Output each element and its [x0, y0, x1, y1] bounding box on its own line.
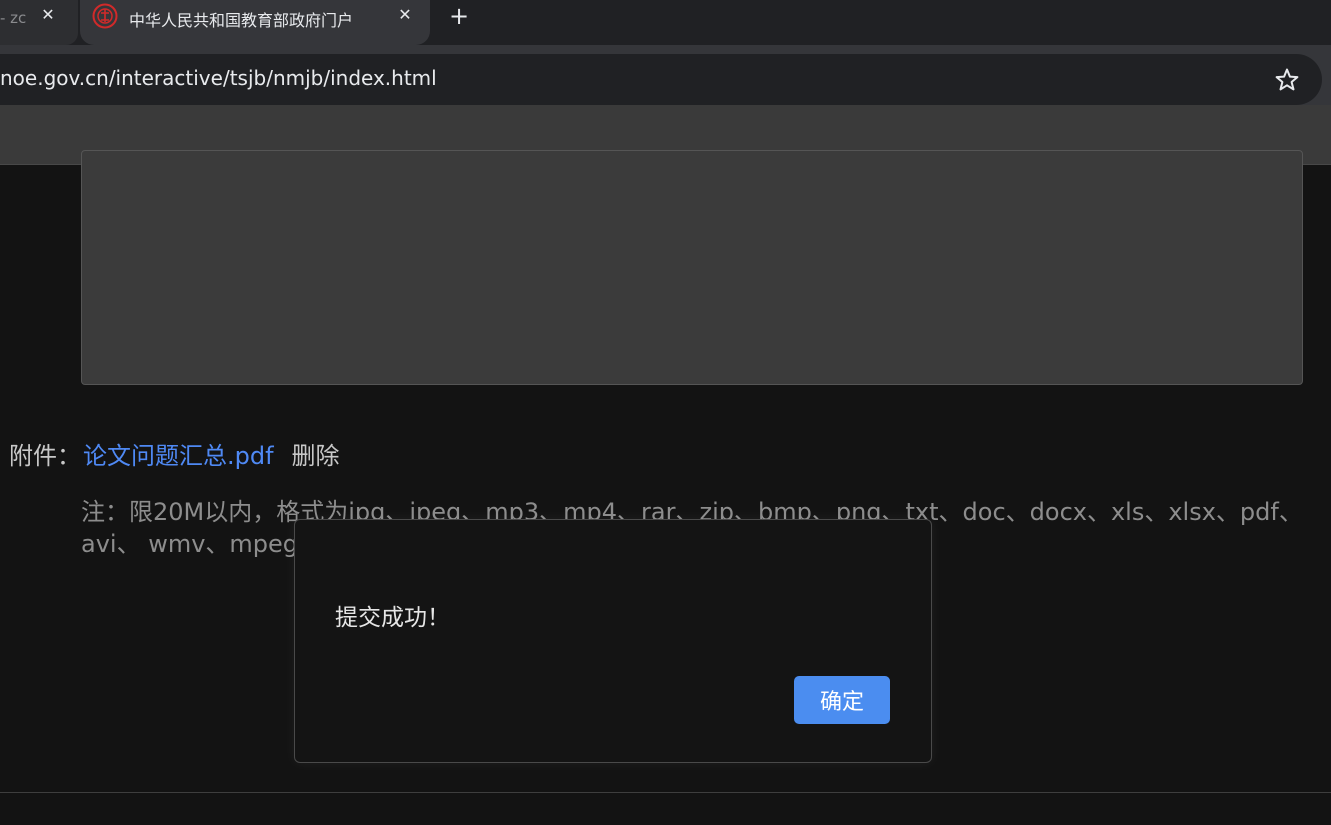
- tab-strip: - zc ✕ 中华人民共和国教育部政府门户 ✕ +: [0, 0, 1331, 45]
- delete-attachment-link[interactable]: 删除: [292, 442, 340, 470]
- url-text[interactable]: noe.gov.cn/interactive/tsjb/nmjb/index.h…: [0, 66, 437, 90]
- browser-toolbar: noe.gov.cn/interactive/tsjb/nmjb/index.h…: [0, 45, 1331, 165]
- tab-inactive[interactable]: - zc ✕: [0, 0, 78, 45]
- attachment-label: 附件：: [9, 442, 81, 470]
- close-tab-icon[interactable]: ✕: [395, 5, 415, 25]
- emblem-icon: [92, 3, 118, 29]
- dialog-message: 提交成功！: [335, 605, 450, 631]
- attachment-row: 附件：论文问题汇总.pdf 删除: [9, 436, 340, 471]
- close-tab-icon[interactable]: ✕: [38, 5, 58, 25]
- ok-button[interactable]: 确定: [794, 676, 890, 724]
- alert-dialog: 提交成功！ 确定: [294, 519, 932, 763]
- attachment-file-link[interactable]: 论文问题汇总.pdf: [83, 442, 274, 470]
- tab-active[interactable]: 中华人民共和国教育部政府门户 ✕: [80, 0, 430, 45]
- star-icon[interactable]: [1273, 66, 1301, 94]
- page-divider: [0, 792, 1331, 793]
- tab-title: 中华人民共和国教育部政府门户: [129, 11, 354, 30]
- content-textarea[interactable]: [81, 150, 1303, 385]
- tab-title: - zc: [0, 9, 26, 27]
- address-bar[interactable]: noe.gov.cn/interactive/tsjb/nmjb/index.h…: [0, 54, 1322, 105]
- new-tab-icon[interactable]: +: [447, 4, 471, 28]
